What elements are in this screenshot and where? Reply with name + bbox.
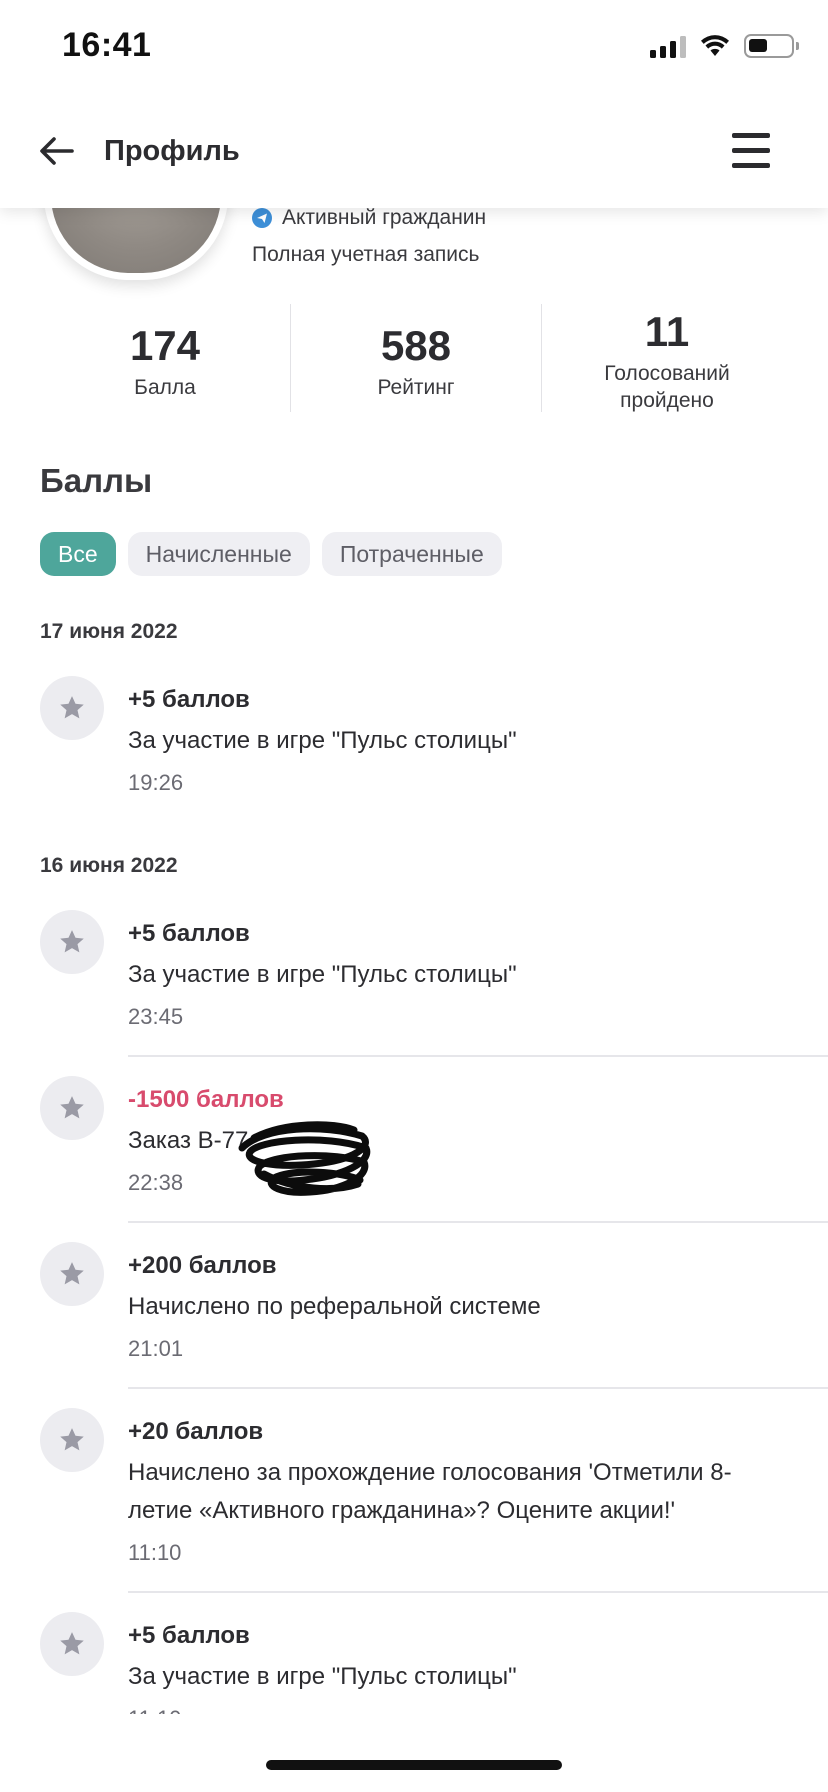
badge-label: Активный гражданин bbox=[282, 206, 487, 229]
wifi-icon bbox=[701, 35, 729, 56]
stat-rating[interactable]: 588 Рейтинг bbox=[290, 304, 541, 412]
home-indicator[interactable] bbox=[266, 1760, 562, 1770]
entry-description: За участие в игре "Пульс столицы" bbox=[128, 727, 517, 754]
hamburger-menu-icon bbox=[732, 133, 770, 138]
date-header: 16 июня 2022 bbox=[40, 854, 178, 877]
paper-plane-icon bbox=[252, 208, 272, 228]
status-badge: Активный гражданин bbox=[252, 206, 486, 230]
entry-description: Начислено за прохождение голосования 'От… bbox=[128, 1459, 732, 1524]
star-icon bbox=[40, 1242, 104, 1306]
entry-time: 22:38 bbox=[128, 1170, 184, 1195]
entry-description: За участие в игре "Пульс столицы" bbox=[128, 1663, 517, 1690]
stat-value: 174 bbox=[129, 322, 201, 369]
divider bbox=[128, 1387, 828, 1389]
entry-description: Начислено по реферальной системе bbox=[128, 1293, 541, 1320]
status-icons bbox=[650, 34, 799, 58]
entry-amount: +5 баллов bbox=[128, 1622, 250, 1649]
redaction-scribble bbox=[238, 1121, 371, 1196]
status-time: 16:41 bbox=[62, 26, 152, 64]
stat-label: Балла bbox=[134, 376, 196, 399]
stat-points[interactable]: 174 Балла bbox=[40, 304, 290, 412]
stat-value: 11 bbox=[644, 308, 690, 355]
entry-time: 21:01 bbox=[128, 1336, 184, 1361]
entry-amount: +20 баллов bbox=[128, 1418, 264, 1445]
entry-time: 23:45 bbox=[128, 1004, 184, 1029]
arrow-left-icon bbox=[40, 137, 74, 165]
star-icon bbox=[40, 1076, 104, 1140]
entry-description: За участие в игре "Пульс столицы" bbox=[128, 961, 517, 988]
points-filters: Все Начисленные Потраченные bbox=[40, 532, 502, 576]
star-icon bbox=[40, 676, 104, 740]
date-header: 17 июня 2022 bbox=[40, 620, 178, 643]
status-bar: 16:41 bbox=[0, 0, 828, 100]
stat-votes[interactable]: 11 Голосований пройдено bbox=[541, 304, 792, 412]
cellular-signal-icon bbox=[650, 34, 686, 58]
divider bbox=[128, 1221, 828, 1223]
filter-all[interactable]: Все bbox=[40, 532, 116, 576]
app-header: Профиль bbox=[0, 100, 828, 208]
stat-value: 588 bbox=[380, 322, 452, 369]
filter-earned[interactable]: Начисленные bbox=[127, 532, 310, 576]
menu-button[interactable] bbox=[732, 133, 772, 169]
entry-amount: +5 баллов bbox=[128, 920, 250, 947]
star-icon bbox=[40, 910, 104, 974]
stat-label: Голосований пройдено bbox=[604, 362, 730, 412]
account-type: Полная учетная запись bbox=[252, 243, 480, 266]
stat-label: Рейтинг bbox=[377, 376, 455, 399]
battery-icon bbox=[744, 34, 799, 58]
entry-time: 11:10 bbox=[128, 1540, 182, 1565]
entry-amount: +5 баллов bbox=[128, 686, 250, 713]
divider bbox=[128, 1055, 828, 1057]
entry-amount: -1500 баллов bbox=[128, 1086, 284, 1113]
filter-spent[interactable]: Потраченные bbox=[321, 532, 502, 576]
divider bbox=[128, 1591, 828, 1593]
entry-amount: +200 баллов bbox=[128, 1252, 277, 1279]
points-section-title: Баллы bbox=[40, 462, 153, 499]
entry-description: Заказ B-77 bbox=[128, 1127, 249, 1154]
star-icon bbox=[40, 1408, 104, 1472]
entry-time: 19:26 bbox=[128, 770, 184, 795]
back-button[interactable] bbox=[36, 130, 78, 172]
star-icon bbox=[40, 1612, 104, 1676]
bottom-fade bbox=[0, 1714, 828, 1754]
page-title: Профиль bbox=[104, 135, 240, 167]
stats-row: 174 Балла 588 Рейтинг 11 Голосований про… bbox=[40, 304, 792, 412]
